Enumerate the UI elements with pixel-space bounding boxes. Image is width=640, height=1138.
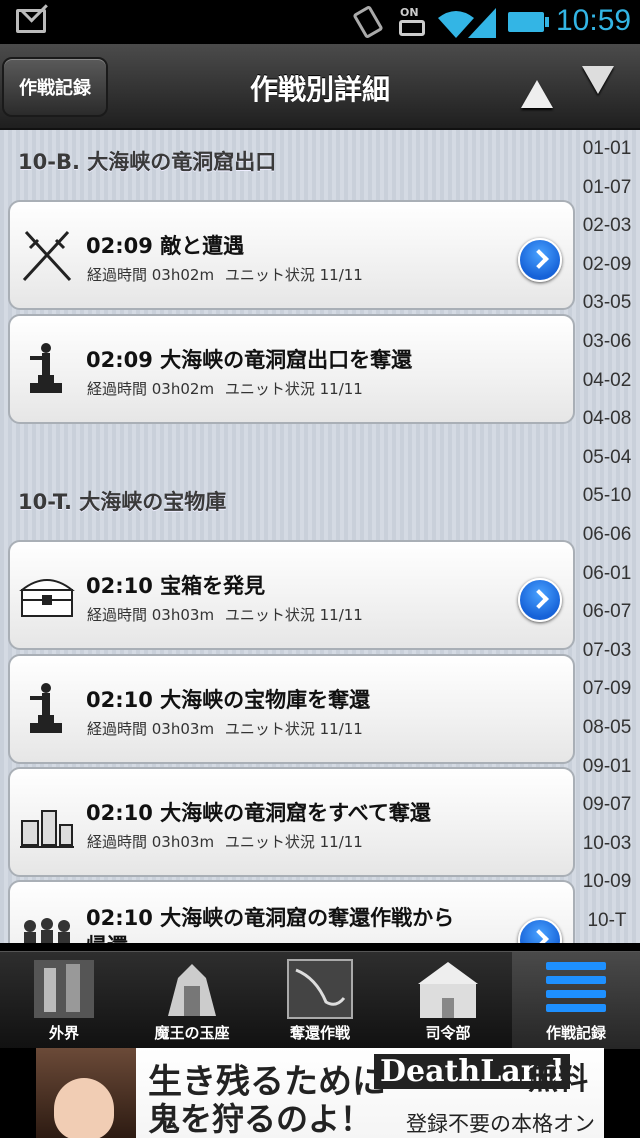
index-entry[interactable]: 10-03 [574, 825, 640, 864]
list-item[interactable]: 02:10 大海峡の竜洞窟の奪還作戦から 帰還 [8, 880, 575, 943]
list-item[interactable]: 02:09 敵と遭遇 経過時間 03h02m ユニット状況 11/11 [8, 200, 575, 310]
battery-icon [508, 12, 549, 32]
index-entry[interactable]: 02-03 [574, 207, 640, 246]
event-title: 02:10 大海峡の竜洞窟の奪還作戦から [86, 906, 455, 930]
index-entry[interactable]: 04-02 [574, 362, 640, 401]
section-title: 10-B. 大海峡の竜洞窟出口 [18, 150, 277, 174]
index-entry[interactable]: 07-09 [574, 670, 640, 709]
previous-arrow-icon[interactable] [521, 80, 553, 108]
operation-detail-list[interactable]: 10-B. 大海峡の竜洞窟出口 02:09 敵と遭遇 経過時間 03h02m ユ… [0, 130, 640, 943]
index-entry[interactable]: 08-05 [574, 709, 640, 748]
index-entry[interactable]: 06-01 [574, 555, 640, 594]
unit-status: ユニット状況 11/11 [224, 266, 363, 284]
event-title: 02:09 大海峡の竜洞窟出口を奪還 [86, 348, 413, 372]
toggle-on-icon [399, 20, 425, 36]
index-entry[interactable]: 09-01 [574, 748, 640, 787]
crossed-swords-icon [22, 230, 72, 282]
index-entry[interactable]: 10-T [574, 902, 640, 941]
vibrate-icon [352, 4, 384, 40]
elapsed-time: 経過時間 03h02m [87, 266, 215, 284]
header-bar: 作戦記録 作戦別詳細 [0, 44, 640, 130]
section-index[interactable]: 01-01 01-07 02-03 02-09 03-05 03-06 04-0… [574, 130, 640, 940]
list-item[interactable]: 02:10 宝箱を発見 経過時間 03h03m ユニット状況 11/11 [8, 540, 575, 650]
event-title-continued: 帰還 [86, 930, 128, 943]
ad-subtitle: 登録不要の本格オンラインRPG [406, 1112, 595, 1136]
event-meta: 経過時間 03h02m ユニット状況 11/11 [87, 264, 369, 285]
index-entry[interactable]: 07-03 [574, 632, 640, 671]
tab-bar: 外界 魔王の玉座 奪還作戦 司令部 作戦記録 [0, 951, 640, 1049]
index-entry[interactable]: 05-04 [574, 439, 640, 478]
treasure-chest-icon [19, 579, 75, 617]
tab-outer-world[interactable]: 外界 [0, 952, 128, 1049]
event-title: 02:10 大海峡の宝物庫を奪還 [86, 688, 371, 712]
outer-world-icon [34, 960, 94, 1018]
index-entry[interactable]: 01-01 [574, 130, 640, 169]
unit-status: ユニット状況 11/11 [224, 380, 363, 398]
index-entry[interactable]: 03-06 [574, 323, 640, 362]
on-label: ON [400, 6, 419, 19]
gmail-notification-icon [16, 9, 46, 33]
soldiers-icon [24, 918, 70, 943]
statue-icon [30, 343, 62, 393]
elapsed-time: 経過時間 03h03m [87, 720, 215, 738]
index-entry[interactable]: 02-09 [574, 246, 640, 285]
clock: 10:59 [556, 4, 632, 37]
ad-banner[interactable]: 生き残るために 鬼を狩るのよ！ DeathLand 無料 登録不要の本格オンライ… [36, 1048, 604, 1138]
elapsed-time: 経過時間 03h03m [87, 833, 215, 851]
event-meta: 経過時間 03h03m ユニット状況 11/11 [87, 718, 369, 739]
elapsed-time: 経過時間 03h03m [87, 606, 215, 624]
statue-icon [30, 683, 62, 733]
index-entry[interactable]: 04-08 [574, 400, 640, 439]
map-icon [287, 959, 353, 1019]
tab-records[interactable]: 作戦記録 [512, 952, 640, 1049]
throne-icon [168, 964, 216, 1016]
event-title: 02:09 敵と遭遇 [86, 234, 245, 258]
list-item[interactable]: 02:10 大海峡の宝物庫を奪還 経過時間 03h03m ユニット状況 11/1… [8, 654, 575, 764]
event-title: 02:10 宝箱を発見 [86, 574, 266, 598]
tab-label: 奪還作戦 [289, 1024, 350, 1042]
event-meta: 経過時間 03h03m ユニット状況 11/11 [87, 604, 369, 625]
elapsed-time: 経過時間 03h02m [87, 380, 215, 398]
tab-label: 作戦記録 [545, 1024, 606, 1042]
status-bar: ON 10:59 [0, 0, 640, 44]
event-title: 02:10 大海峡の竜洞窟をすべて奪還 [86, 801, 431, 825]
headquarters-icon [418, 962, 478, 1018]
index-entry[interactable]: 05-10 [574, 477, 640, 516]
index-entry[interactable]: 03-05 [574, 284, 640, 323]
section-title: 10-T. 大海峡の宝物庫 [18, 490, 227, 514]
unit-status: ユニット状況 11/11 [224, 833, 363, 851]
tab-label: 外界 [48, 1024, 79, 1042]
ad-free-label: 無料 [528, 1062, 588, 1097]
signal-icon [468, 8, 496, 38]
detail-disclosure-button[interactable] [518, 578, 562, 622]
tab-label: 司令部 [425, 1024, 471, 1042]
ruins-icon [20, 810, 74, 848]
index-entry[interactable]: 06-07 [574, 593, 640, 632]
list-item[interactable]: 02:10 大海峡の竜洞窟をすべて奪還 経過時間 03h03m ユニット状況 1… [8, 767, 575, 877]
tab-throne[interactable]: 魔王の玉座 [128, 952, 256, 1049]
index-entry[interactable]: 09-07 [574, 786, 640, 825]
index-entry[interactable]: 06-06 [574, 516, 640, 555]
records-icon [546, 962, 606, 1012]
tab-label: 魔王の玉座 [154, 1024, 230, 1042]
next-arrow-icon[interactable] [582, 66, 614, 94]
index-entry[interactable]: 10-09 [574, 863, 640, 902]
tab-recapture[interactable]: 奪還作戦 [256, 952, 384, 1049]
index-entry[interactable]: 01-07 [574, 169, 640, 208]
unit-status: ユニット状況 11/11 [224, 720, 363, 738]
detail-disclosure-button[interactable] [518, 238, 562, 282]
ad-headline-2: 鬼を狩るのよ！ [148, 1100, 373, 1138]
event-meta: 経過時間 03h03m ユニット状況 11/11 [87, 831, 369, 852]
list-item[interactable]: 02:09 大海峡の竜洞窟出口を奪還 経過時間 03h02m ユニット状況 11… [8, 314, 575, 424]
detail-disclosure-button[interactable] [518, 918, 562, 943]
unit-status: ユニット状況 11/11 [224, 606, 363, 624]
event-meta: 経過時間 03h02m ユニット状況 11/11 [87, 378, 369, 399]
ad-character-image [36, 1048, 136, 1138]
tab-headquarters[interactable]: 司令部 [384, 952, 512, 1049]
